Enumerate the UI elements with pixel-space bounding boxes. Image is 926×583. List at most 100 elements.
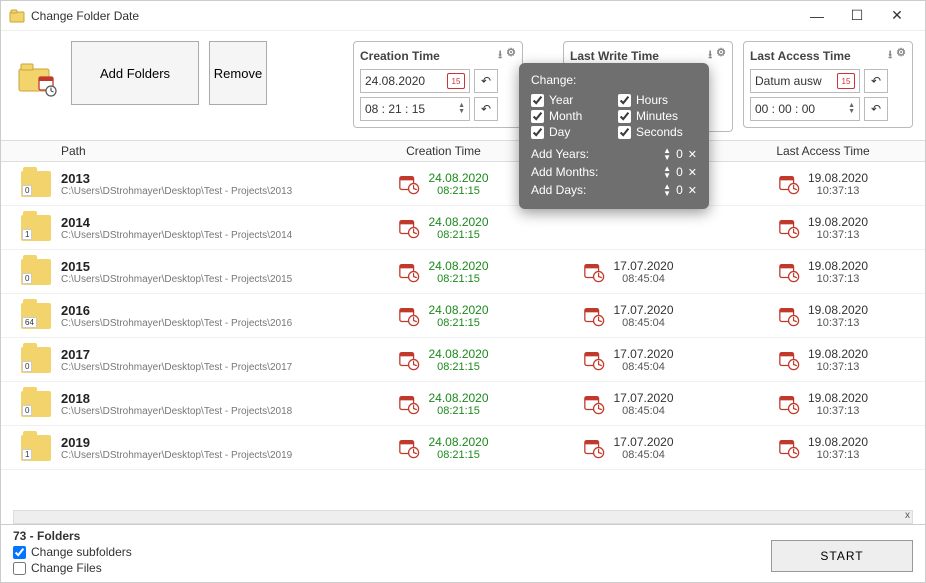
clear-months-button[interactable]: ✕ [688,166,697,179]
remove-button[interactable]: Remove [209,41,267,105]
last-access-time-group: Last Access Time ⭳ ⚙ Datum ausw 15 ↶ 00 … [743,41,913,128]
lastwrite-date: 17.07.2020 [613,391,673,405]
close-button[interactable]: ✕ [877,2,917,30]
table-row[interactable]: 1 2014 C:\Users\DStrohmayer\Desktop\Test… [1,206,925,250]
calendar-clock-icon [778,261,800,283]
calendar-clock-icon [778,305,800,327]
footer: 73 - Folders Change subfolders Change Fi… [1,524,925,582]
download-icon[interactable]: ⭳ [888,46,892,65]
folder-list[interactable]: 0 2013 C:\Users\DStrohmayer\Desktop\Test… [1,162,925,492]
calendar-icon[interactable]: 15 [447,73,465,89]
lastwrite-date: 17.07.2020 [613,303,673,317]
lastaccess-date: 19.08.2020 [808,347,868,361]
creation-date: 24.08.2020 [428,303,488,317]
creation-date-field[interactable]: 24.08.2020 15 [360,69,470,93]
lastaccess-time: 10:37:13 [817,185,860,197]
calendar-clock-icon [398,261,420,283]
last-access-date-value: Datum ausw [755,74,822,88]
add-days-row: Add Days: ▲▼ 0 ✕ [531,183,697,197]
table-row[interactable]: 0 2018 C:\Users\DStrohmayer\Desktop\Test… [1,382,925,426]
undo-time-button[interactable]: ↶ [864,97,888,121]
col-creation-header[interactable]: Creation Time [351,144,536,158]
years-value: 0 [676,147,683,161]
add-folders-button[interactable]: Add Folders [71,41,199,105]
folder-icon: 0 [21,259,51,285]
month-checkbox[interactable]: Month [531,109,610,123]
time-spinner[interactable]: ▲▼ [848,103,855,115]
time-spinner[interactable]: ▲▼ [458,103,465,115]
minimize-button[interactable]: ― [797,2,837,30]
creation-date: 24.08.2020 [428,215,488,229]
creation-time: 08:21:15 [437,229,480,241]
seconds-checkbox[interactable]: Seconds [618,125,697,139]
hours-checkbox[interactable]: Hours [618,93,697,107]
creation-time: 08:21:15 [437,317,480,329]
add-years-row: Add Years: ▲▼ 0 ✕ [531,147,697,161]
gear-icon[interactable]: ⚙ [506,46,516,65]
year-checkbox[interactable]: Year [531,93,610,107]
lastaccess-date: 19.08.2020 [808,435,868,449]
add-months-row: Add Months: ▲▼ 0 ✕ [531,165,697,179]
change-subfolders-checkbox[interactable]: Change subfolders [13,545,771,559]
change-files-checkbox[interactable]: Change Files [13,561,771,575]
horizontal-scrollbar[interactable] [13,510,913,524]
table-row[interactable]: 1 2019 C:\Users\DStrohmayer\Desktop\Test… [1,426,925,470]
undo-time-button[interactable]: ↶ [474,97,498,121]
creation-date: 24.08.2020 [428,391,488,405]
folder-name: 2017 [61,347,292,362]
files-input[interactable] [13,562,26,575]
undo-date-button[interactable]: ↶ [864,69,888,93]
calendar-clock-icon [778,173,800,195]
months-value: 0 [676,165,683,179]
last-access-time-label: Last Access Time [750,49,851,63]
folder-path: C:\Users\DStrohmayer\Desktop\Test - Proj… [61,406,292,417]
years-stepper[interactable]: ▲▼ [663,147,671,161]
start-button[interactable]: START [771,540,913,572]
gear-icon[interactable]: ⚙ [716,46,726,65]
calendar-clock-icon [398,437,420,459]
creation-time-value: 08 : 21 : 15 [365,102,425,116]
minutes-checkbox[interactable]: Minutes [618,109,697,123]
lastaccess-time: 10:37:13 [817,405,860,417]
creation-time-field[interactable]: 08 : 21 : 15 ▲▼ [360,97,470,121]
window-title: Change Folder Date [31,9,797,23]
undo-date-button[interactable]: ↶ [474,69,498,93]
last-access-time-value: 00 : 00 : 00 [755,102,815,116]
calendar-clock-icon [398,173,420,195]
table-row[interactable]: 0 2015 C:\Users\DStrohmayer\Desktop\Test… [1,250,925,294]
download-icon[interactable]: ⭳ [708,46,712,65]
gear-icon[interactable]: ⚙ [896,46,906,65]
col-lastaccess-header[interactable]: Last Access Time [721,144,925,158]
lastaccess-time: 10:37:13 [817,317,860,329]
download-icon[interactable]: ⭳ [498,46,502,65]
day-checkbox[interactable]: Day [531,125,610,139]
calendar-icon[interactable]: 15 [837,73,855,89]
table-row[interactable]: 0 2013 C:\Users\DStrohmayer\Desktop\Test… [1,162,925,206]
days-stepper[interactable]: ▲▼ [663,183,671,197]
folder-icon: 0 [21,391,51,417]
folder-path: C:\Users\DStrohmayer\Desktop\Test - Proj… [61,450,292,461]
clear-years-button[interactable]: ✕ [688,148,697,161]
table-row[interactable]: 64 2016 C:\Users\DStrohmayer\Desktop\Tes… [1,294,925,338]
folder-path: C:\Users\DStrohmayer\Desktop\Test - Proj… [61,362,292,373]
lastwrite-time: 08:45:04 [622,317,665,329]
table-row[interactable]: 0 2017 C:\Users\DStrohmayer\Desktop\Test… [1,338,925,382]
creation-date: 24.08.2020 [428,347,488,361]
col-path-header[interactable]: Path [1,144,351,158]
calendar-clock-icon [583,437,605,459]
folder-name: 2018 [61,391,292,406]
lastwrite-date: 17.07.2020 [613,435,673,449]
clear-days-button[interactable]: ✕ [688,184,697,197]
months-stepper[interactable]: ▲▼ [663,165,671,179]
folder-path: C:\Users\DStrohmayer\Desktop\Test - Proj… [61,318,292,329]
maximize-button[interactable]: ☐ [837,2,877,30]
calendar-clock-icon [778,349,800,371]
subfolders-input[interactable] [13,546,26,559]
lastwrite-time: 08:45:04 [622,405,665,417]
folder-path: C:\Users\DStrohmayer\Desktop\Test - Proj… [61,230,292,241]
last-access-date-field[interactable]: Datum ausw 15 [750,69,860,93]
lastaccess-date: 19.08.2020 [808,215,868,229]
last-write-time-label: Last Write Time [570,49,659,63]
folder-icon: 0 [21,347,51,373]
last-access-time-field[interactable]: 00 : 00 : 00 ▲▼ [750,97,860,121]
